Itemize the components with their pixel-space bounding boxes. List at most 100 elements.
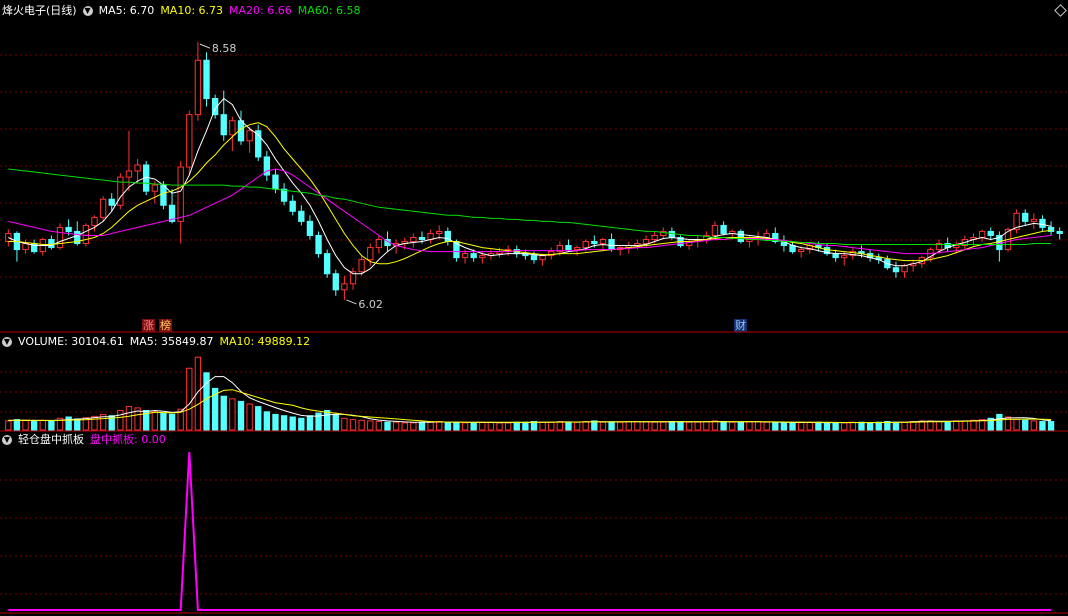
volume-bar — [410, 422, 417, 431]
volume-bar — [48, 420, 55, 431]
volume-bar — [754, 421, 762, 431]
candle — [953, 245, 960, 249]
candle — [565, 245, 572, 251]
candle — [841, 255, 848, 259]
volume-bar — [229, 398, 236, 431]
high-label: 8.58 — [212, 42, 237, 55]
volume-bar — [660, 421, 667, 431]
candle — [315, 234, 322, 255]
candle — [461, 253, 469, 259]
low-pointer — [346, 299, 357, 305]
volume-bar — [246, 403, 253, 431]
volume-bar — [642, 421, 650, 431]
volume-bar — [151, 411, 158, 431]
volume-bar — [470, 422, 477, 431]
volume-bar — [935, 421, 943, 431]
candle — [280, 188, 288, 202]
volume-bar — [1030, 420, 1038, 431]
candle — [65, 226, 72, 232]
candle — [987, 230, 994, 236]
volume-bar — [953, 420, 960, 431]
candle — [978, 230, 986, 238]
volume-bar — [608, 421, 615, 431]
candle — [479, 255, 486, 259]
volume-bar — [358, 419, 365, 431]
volume-bar — [858, 421, 865, 431]
volume-bar — [341, 417, 348, 431]
volume-bar — [599, 421, 607, 431]
volume-bar — [944, 421, 951, 431]
volume-bar — [651, 421, 658, 431]
volume-bar — [625, 421, 632, 431]
volume-bar — [160, 412, 167, 431]
candle — [375, 239, 383, 249]
volume-bar — [504, 422, 512, 431]
volume-bar — [1047, 421, 1055, 431]
volume-bar — [703, 421, 710, 431]
candle — [99, 198, 107, 218]
volume-bar — [418, 421, 426, 431]
volume-bar — [634, 421, 641, 431]
candle — [651, 234, 658, 241]
volume-bar — [427, 421, 434, 431]
volume-bar — [780, 422, 788, 431]
volume-bar — [5, 420, 12, 431]
volume-bar — [263, 411, 271, 431]
volume-bar — [901, 421, 908, 431]
stock-chart[interactable]: 8.58 6.02 — [0, 0, 1068, 616]
candle — [134, 164, 141, 172]
volume-bar — [582, 421, 589, 431]
volume-bar — [453, 421, 460, 431]
volume-bar — [1013, 419, 1020, 431]
volume-bar — [401, 422, 408, 431]
volume-bar — [961, 420, 969, 431]
volume-bar — [220, 395, 227, 431]
volume-bar — [694, 421, 701, 431]
volume-bar — [573, 421, 581, 431]
volume-bar — [772, 421, 779, 431]
ma-line-ma10 — [8, 122, 1052, 265]
candle — [436, 230, 443, 234]
candle — [530, 255, 538, 261]
candle — [341, 283, 348, 291]
ma-line-ma20 — [8, 168, 1052, 255]
candle — [1056, 230, 1063, 234]
candle — [332, 273, 339, 291]
volume-bar — [806, 421, 813, 431]
volume-bar — [746, 421, 753, 431]
candle — [720, 224, 727, 234]
volume-bar — [65, 416, 72, 431]
candle — [289, 200, 296, 212]
candle — [573, 247, 581, 251]
volume-bar — [125, 406, 133, 431]
candle — [1039, 218, 1046, 228]
volume-bar — [866, 422, 874, 431]
volume-bar — [272, 413, 279, 431]
volume-bar — [892, 421, 900, 431]
volume-bar — [496, 422, 503, 431]
volume-bar — [22, 419, 29, 431]
candle — [177, 166, 184, 222]
candle — [186, 114, 193, 168]
volume-bar — [168, 413, 176, 431]
volume-bar — [548, 421, 555, 431]
candle — [220, 114, 227, 136]
volume-bar — [522, 421, 529, 431]
candle — [608, 239, 615, 251]
volume-bar — [375, 421, 383, 431]
volume-bar — [444, 421, 451, 431]
volume-bar — [815, 421, 822, 431]
candle — [410, 236, 417, 243]
volume-bar — [237, 400, 245, 431]
candle — [272, 174, 279, 190]
volume-bar — [711, 420, 719, 431]
volume-bar — [323, 410, 331, 431]
candle — [367, 247, 374, 261]
volume-bar — [306, 415, 314, 431]
volume-bar — [117, 410, 124, 431]
volume-bar — [30, 421, 38, 431]
candle — [1030, 218, 1038, 222]
volume-bar — [91, 415, 98, 431]
candle — [108, 198, 115, 206]
volume-bar — [1039, 421, 1046, 431]
